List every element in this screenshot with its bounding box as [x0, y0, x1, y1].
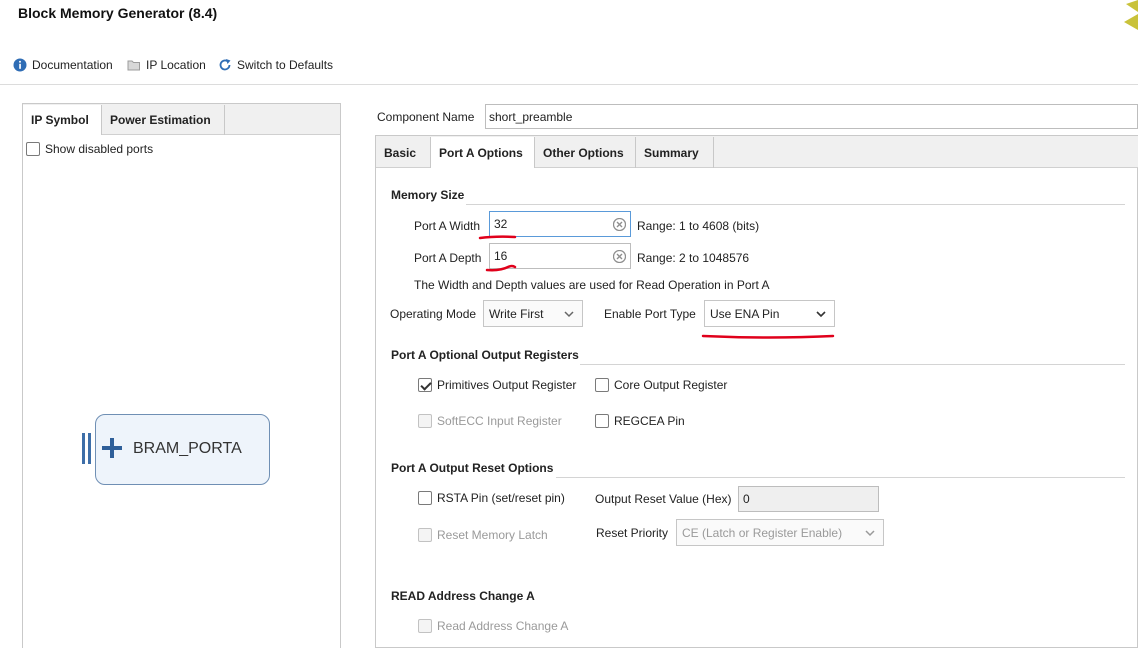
expand-plus-icon[interactable]	[101, 437, 123, 459]
show-disabled-ports-label: Show disabled ports	[45, 142, 154, 156]
operating-mode-label: Operating Mode	[390, 307, 477, 321]
clear-icon[interactable]	[613, 218, 626, 231]
output-reset-value: 0	[743, 492, 750, 506]
ip-location-label: IP Location	[146, 58, 206, 72]
core-output-register-option[interactable]: Core Output Register	[595, 378, 727, 392]
documentation-label: Documentation	[32, 58, 113, 72]
toolbar-divider	[0, 84, 1138, 85]
reset-options-heading: Port A Output Reset Options	[391, 461, 554, 475]
primitives-output-register-label: Primitives Output Register	[437, 378, 577, 392]
rsta-pin-option[interactable]: RSTA Pin (set/reset pin)	[418, 491, 565, 505]
enable-port-type-value: Use ENA Pin	[710, 306, 780, 321]
switch-defaults-label: Switch to Defaults	[237, 58, 334, 72]
annotation-underline-depth	[485, 264, 517, 272]
clear-icon[interactable]	[613, 250, 626, 263]
reset-memory-latch-option: Reset Memory Latch	[418, 528, 548, 542]
bram-porta-label: BRAM_PORTA	[133, 440, 242, 457]
tab-basic[interactable]: Basic	[376, 137, 431, 168]
enable-port-type-select[interactable]: Use ENA Pin	[704, 300, 835, 327]
annotation-underline-enable	[701, 334, 835, 339]
regcea-pin-checkbox[interactable]	[595, 414, 609, 428]
show-disabled-ports-option[interactable]: Show disabled ports	[26, 142, 153, 156]
width-depth-note: The Width and Depth values are used for …	[414, 278, 770, 292]
port-a-width-label: Port A Width	[414, 219, 481, 233]
memory-size-divider	[466, 204, 1125, 205]
bus-interface-bars-icon	[82, 433, 91, 464]
chevron-down-icon	[816, 311, 826, 318]
port-a-width-range: Range: 1 to 4608 (bits)	[637, 219, 760, 233]
documentation-button[interactable]: Documentation	[13, 57, 113, 73]
enable-port-type-label: Enable Port Type	[604, 307, 696, 321]
read-address-heading: READ Address Change A	[391, 589, 535, 603]
chevron-down-icon	[865, 530, 875, 537]
ip-symbol-panel	[22, 103, 341, 648]
switch-defaults-button[interactable]: Switch to Defaults	[218, 57, 333, 73]
port-a-width-value: 32	[494, 217, 508, 231]
output-reset-value-label: Output Reset Value (Hex)	[595, 492, 732, 506]
optional-registers-divider	[580, 364, 1125, 365]
tab-other-options[interactable]: Other Options	[535, 137, 636, 168]
tab-basic-label: Basic	[384, 145, 417, 160]
port-a-depth-range: Range: 2 to 1048576	[637, 251, 750, 265]
core-output-register-label: Core Output Register	[614, 378, 728, 392]
tab-ip-symbol-label: IP Symbol	[31, 113, 89, 127]
reset-memory-latch-label: Reset Memory Latch	[437, 528, 548, 542]
operating-mode-select[interactable]: Write First	[483, 300, 583, 327]
vivado-logo-icon	[1124, 0, 1138, 30]
tab-ip-symbol[interactable]: IP Symbol	[23, 105, 102, 135]
reset-options-divider	[556, 477, 1125, 478]
tab-other-options-label: Other Options	[543, 145, 624, 160]
component-name-value: short_preamble	[489, 109, 573, 124]
primitives-output-register-checkbox[interactable]	[418, 378, 432, 392]
softecc-input-register-option: SoftECC Input Register	[418, 414, 562, 428]
reset-priority-label: Reset Priority	[596, 526, 669, 540]
tab-power-estimation-label: Power Estimation	[110, 113, 211, 127]
port-a-depth-label: Port A Depth	[414, 251, 482, 265]
optional-registers-heading: Port A Optional Output Registers	[391, 348, 579, 362]
core-output-register-checkbox[interactable]	[595, 378, 609, 392]
softecc-input-register-label: SoftECC Input Register	[437, 414, 562, 428]
tab-power-estimation[interactable]: Power Estimation	[102, 105, 225, 135]
refresh-icon	[219, 59, 231, 71]
primitives-output-register-option[interactable]: Primitives Output Register	[418, 378, 576, 392]
output-reset-value-input[interactable]: 0	[738, 486, 879, 512]
ip-location-button[interactable]: IP Location	[127, 57, 206, 73]
read-address-change-option: Read Address Change A	[418, 619, 568, 633]
folder-icon	[127, 60, 140, 71]
info-icon	[13, 58, 27, 72]
read-address-change-label: Read Address Change A	[437, 619, 569, 633]
reset-priority-select: CE (Latch or Register Enable)	[676, 519, 884, 546]
rsta-pin-checkbox[interactable]	[418, 491, 432, 505]
window-title: Block Memory Generator (8.4)	[18, 5, 218, 21]
reset-memory-latch-checkbox	[418, 528, 432, 542]
component-name-input[interactable]: short_preamble	[485, 104, 1138, 129]
tab-summary-label: Summary	[644, 145, 699, 160]
component-name-label: Component Name	[377, 110, 475, 124]
chevron-down-icon	[564, 311, 574, 318]
tab-port-a-options[interactable]: Port A Options	[431, 137, 535, 168]
tab-summary[interactable]: Summary	[636, 137, 714, 168]
show-disabled-ports-checkbox[interactable]	[26, 142, 40, 156]
reset-priority-value: CE (Latch or Register Enable)	[682, 525, 843, 540]
softecc-input-register-checkbox	[418, 414, 432, 428]
annotation-underline-width	[478, 235, 517, 240]
memory-size-heading: Memory Size	[391, 188, 465, 202]
tab-port-a-options-label: Port A Options	[439, 145, 523, 160]
operating-mode-value: Write First	[489, 306, 544, 321]
read-address-change-checkbox	[418, 619, 432, 633]
port-a-depth-value: 16	[494, 249, 508, 263]
rsta-pin-label: RSTA Pin (set/reset pin)	[437, 491, 565, 505]
regcea-pin-label: REGCEA Pin	[614, 414, 685, 428]
regcea-pin-option[interactable]: REGCEA Pin	[595, 414, 685, 428]
